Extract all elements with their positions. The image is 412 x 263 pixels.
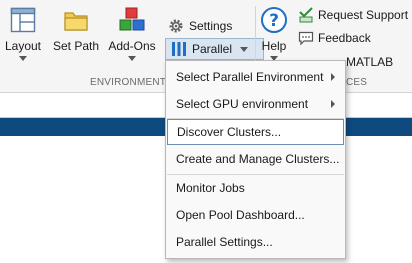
svg-text:?: ? (269, 11, 279, 31)
menu-item-label: Parallel Settings... (176, 235, 273, 249)
submenu-arrow-icon (331, 73, 335, 81)
help-label: Help (261, 39, 287, 53)
request-support-button[interactable]: Request Support (298, 6, 408, 24)
set-path-button[interactable]: Set Path (50, 6, 102, 53)
menu-item-create-manage-clusters[interactable]: Create and Manage Clusters... (167, 146, 344, 172)
menu-item-discover-clusters[interactable]: Discover Clusters... (167, 119, 344, 145)
request-support-icon (298, 7, 314, 23)
menu-item-label: Select Parallel Environment (176, 70, 324, 84)
parallel-button[interactable]: Parallel (165, 38, 264, 60)
parallel-dropdown-caret (240, 46, 249, 52)
parallel-label: Parallel (192, 42, 233, 56)
resources-section-label: CES (346, 77, 368, 88)
menu-item-label: Open Pool Dashboard... (176, 208, 305, 222)
help-question-icon: ? (260, 6, 288, 34)
menu-item-label: Monitor Jobs (176, 181, 245, 195)
learn-matlab-label: MATLAB (346, 55, 394, 69)
set-path-label: Set Path (52, 39, 100, 53)
add-ons-dropdown-caret (128, 56, 136, 61)
parallel-dropdown-menu: Select Parallel Environment Select GPU e… (165, 60, 346, 259)
gear-icon (168, 18, 184, 34)
menu-item-label: Create and Manage Clusters... (176, 152, 340, 166)
feedback-button[interactable]: Feedback (298, 29, 371, 47)
environment-section-label: ENVIRONMENT (90, 77, 167, 88)
add-ons-cubes-icon (117, 6, 147, 34)
menu-item-select-parallel-environment[interactable]: Select Parallel Environment (167, 64, 344, 90)
submenu-arrow-icon (331, 100, 335, 108)
menu-item-select-gpu-environment[interactable]: Select GPU environment (167, 91, 344, 117)
help-button[interactable]: ? Help (257, 6, 291, 61)
layout-button[interactable]: Layout (2, 6, 44, 61)
add-ons-label: Add-Ons (108, 39, 156, 53)
menu-item-parallel-settings[interactable]: Parallel Settings... (167, 229, 344, 255)
add-ons-button[interactable]: Add-Ons (106, 6, 158, 61)
menu-item-label: Discover Clusters... (177, 125, 282, 139)
folder-icon (62, 6, 90, 34)
layout-dropdown-caret (19, 56, 27, 61)
menu-item-label: Select GPU environment (176, 97, 309, 111)
feedback-label: Feedback (318, 31, 371, 45)
layout-icon (10, 6, 36, 34)
request-support-label: Request Support (318, 8, 409, 22)
menu-item-open-pool-dashboard[interactable]: Open Pool Dashboard... (167, 202, 344, 228)
layout-label: Layout (4, 39, 42, 53)
settings-label: Settings (189, 19, 233, 33)
parallel-bars-icon (171, 41, 187, 57)
settings-button[interactable]: Settings (168, 16, 232, 36)
learn-matlab-button[interactable]: MATLAB (346, 53, 393, 71)
menu-item-monitor-jobs[interactable]: Monitor Jobs (167, 175, 344, 201)
feedback-speech-icon (298, 30, 314, 46)
